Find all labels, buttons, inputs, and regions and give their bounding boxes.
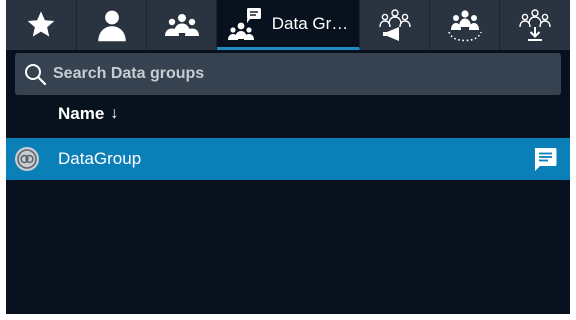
tab-data-groups-label: Data Gr… [271, 13, 349, 33]
data-group-icon [227, 7, 261, 40]
name-column-label: Name [58, 104, 105, 123]
tab-groups[interactable] [147, 0, 217, 50]
search-icon [25, 64, 47, 86]
tab-data-groups[interactable]: Data Gr… [217, 0, 360, 50]
comment-icon[interactable] [532, 146, 558, 172]
list-item[interactable]: DataGroup [6, 138, 570, 180]
tab-bar: Data Gr… [6, 0, 570, 50]
name-column-header[interactable]: Name ↓ [58, 104, 118, 124]
tab-people[interactable] [77, 0, 147, 50]
people-group-icon [164, 14, 199, 36]
tab-announcements[interactable] [360, 0, 430, 50]
group-download-icon [519, 9, 551, 41]
list-item-name: DataGroup [58, 149, 142, 168]
tab-downloads[interactable] [500, 0, 570, 50]
star-icon [27, 11, 55, 37]
data-groups-panel: Data Gr… Search Data groups Name ↓ DataG… [6, 0, 570, 314]
tab-circles[interactable] [430, 0, 500, 50]
tab-favorites[interactable] [6, 0, 77, 50]
sort-descending-icon: ↓ [110, 105, 119, 122]
group-circle-icon [447, 10, 482, 42]
search-bar[interactable] [15, 53, 561, 95]
person-icon [97, 10, 126, 42]
group-announce-icon [378, 9, 411, 41]
data-group-avatar-icon [15, 147, 39, 171]
search-input[interactable] [53, 65, 533, 83]
